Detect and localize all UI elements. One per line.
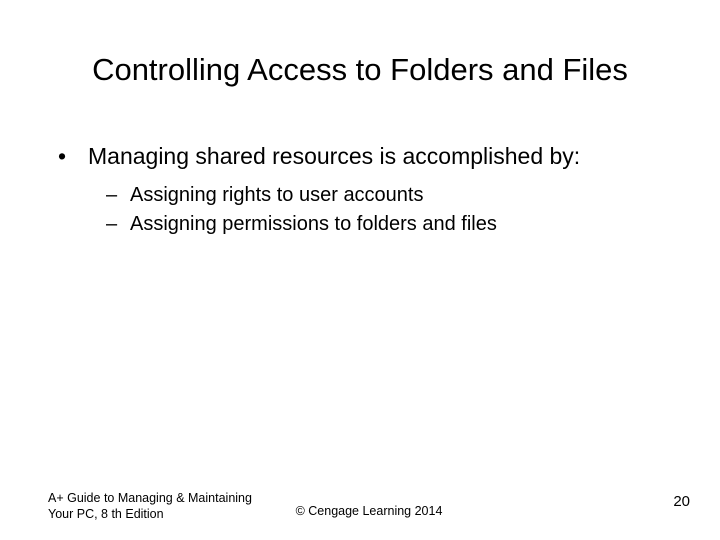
bullet-level1: • Managing shared resources is accomplis…: [56, 142, 680, 172]
slide-body: • Managing shared resources is accomplis…: [56, 142, 680, 240]
footer-book-title: A+ Guide to Managing & Maintaining Your …: [48, 490, 308, 523]
bullet-text: Assigning permissions to folders and fil…: [130, 211, 497, 238]
footer-copyright: © Cengage Learning 2014: [296, 504, 443, 518]
bullet-text: Assigning rights to user accounts: [130, 182, 424, 209]
slide: Controlling Access to Folders and Files …: [0, 0, 720, 540]
slide-footer: A+ Guide to Managing & Maintaining Your …: [48, 482, 690, 522]
footer-line: A+ Guide to Managing & Maintaining: [48, 491, 252, 505]
bullet-text: Managing shared resources is accomplishe…: [88, 142, 580, 172]
dash-marker: –: [106, 182, 130, 209]
slide-title: Controlling Access to Folders and Files: [0, 52, 720, 88]
bullet-marker: •: [56, 142, 88, 172]
footer-line: Your PC, 8 th Edition: [48, 507, 164, 521]
bullet-level2: – Assigning rights to user accounts: [106, 182, 680, 209]
page-number: 20: [673, 493, 690, 510]
dash-marker: –: [106, 211, 130, 238]
bullet-level2: – Assigning permissions to folders and f…: [106, 211, 680, 238]
